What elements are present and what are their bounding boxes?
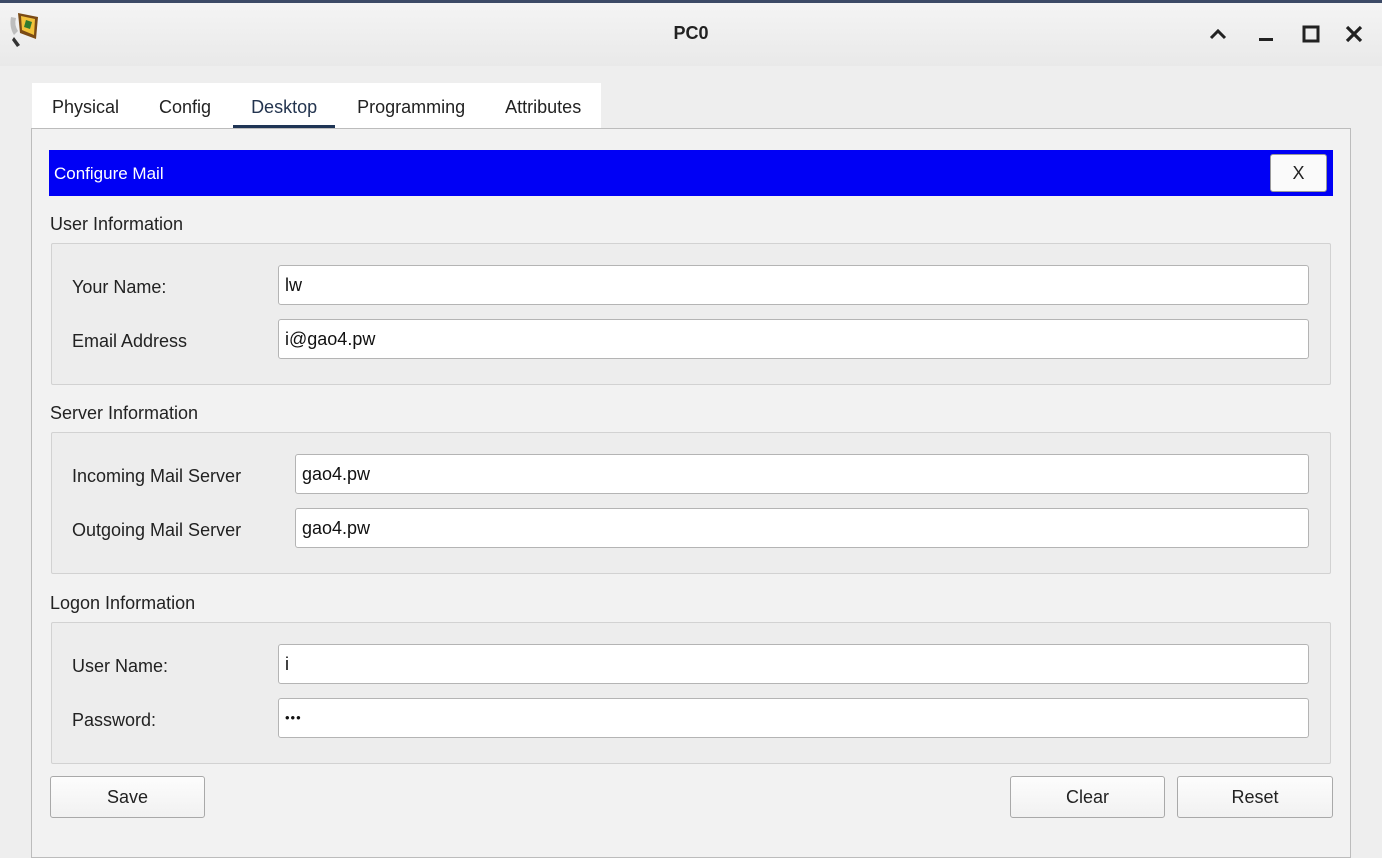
- tab-bar: Physical Config Desktop Programming Attr…: [32, 83, 602, 129]
- clear-button[interactable]: Clear: [1010, 776, 1165, 818]
- save-button[interactable]: Save: [50, 776, 205, 818]
- configure-mail-header: Configure Mail X: [49, 150, 1333, 196]
- close-icon[interactable]: [1337, 17, 1371, 51]
- logon-information-title: Logon Information: [50, 593, 196, 613]
- server-information-title: Server Information: [50, 403, 199, 423]
- window-title: PC0: [673, 23, 709, 43]
- user-name-field[interactable]: i: [278, 644, 1309, 684]
- tab-desktop[interactable]: Desktop: [231, 83, 337, 129]
- user-name-label: User Name:: [72, 656, 169, 676]
- password-field[interactable]: •••: [278, 698, 1309, 738]
- minimize-icon[interactable]: [1249, 17, 1283, 51]
- your-name-field[interactable]: lw: [278, 265, 1309, 305]
- password-label: Password:: [72, 710, 157, 730]
- chevron-up-icon[interactable]: [1201, 17, 1235, 51]
- maximize-icon[interactable]: [1294, 17, 1328, 51]
- reset-button[interactable]: Reset: [1177, 776, 1333, 818]
- your-name-label: Your Name:: [72, 277, 167, 297]
- window-titlebar: PC0: [0, 0, 1382, 66]
- dialog-close-button[interactable]: X: [1270, 154, 1327, 192]
- email-address-field[interactable]: i@gao4.pw: [278, 319, 1309, 359]
- incoming-mail-server-field[interactable]: gao4.pw: [295, 454, 1309, 494]
- outgoing-mail-server-label: Outgoing Mail Server: [72, 520, 242, 540]
- outgoing-mail-server-field[interactable]: gao4.pw: [295, 508, 1309, 548]
- tab-config[interactable]: Config: [139, 83, 231, 129]
- tab-programming[interactable]: Programming: [337, 83, 485, 129]
- email-address-label: Email Address: [72, 331, 188, 351]
- dialog-title: Configure Mail: [54, 164, 164, 183]
- tab-physical[interactable]: Physical: [32, 83, 139, 129]
- tab-attributes[interactable]: Attributes: [485, 83, 601, 129]
- incoming-mail-server-label: Incoming Mail Server: [72, 466, 242, 486]
- user-information-title: User Information: [50, 214, 184, 234]
